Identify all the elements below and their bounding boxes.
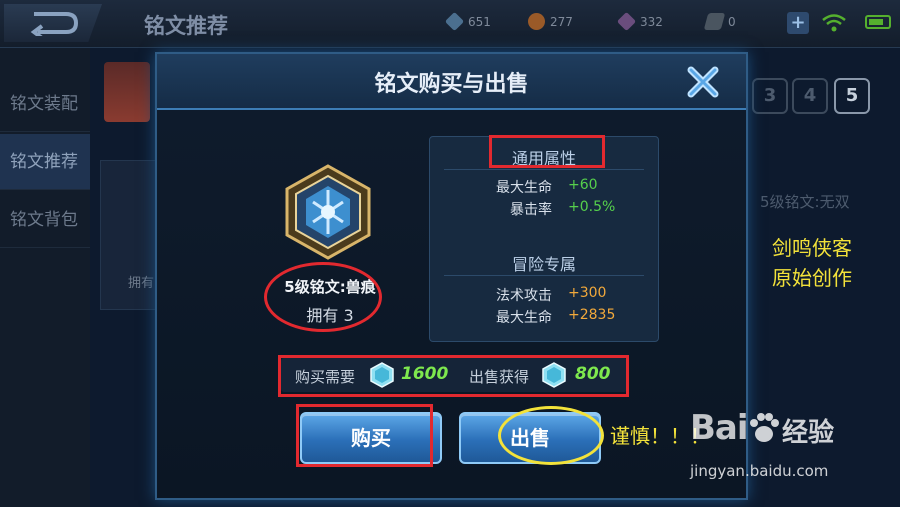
- level-tab-5[interactable]: 5: [834, 78, 870, 114]
- sidebar-item-rune-equip[interactable]: 铭文装配: [0, 76, 90, 132]
- highlight-sell-button: [498, 406, 604, 465]
- divider: [444, 275, 644, 276]
- attr-value: +60: [568, 177, 598, 193]
- close-icon[interactable]: [685, 64, 721, 100]
- page-title: 铭文推荐: [144, 14, 228, 38]
- coin-icon: [528, 13, 545, 30]
- coin-counter: 277: [528, 13, 573, 30]
- wifi-icon: [822, 14, 846, 32]
- attr-label: 最大生命: [496, 310, 552, 326]
- sidebar-item-rune-recommend[interactable]: 铭文推荐: [0, 134, 90, 190]
- attr-value: +2835: [568, 307, 616, 323]
- watermark-logo: Bai: [690, 408, 749, 448]
- attr-label: 法术攻击: [496, 288, 552, 304]
- baidu-watermark: Bai 经验 jingyan.baidu.com: [690, 408, 890, 503]
- voucher-counter: 0: [703, 13, 736, 30]
- diamond-icon: [616, 11, 637, 32]
- dialog-header: 铭文购买与出售: [157, 54, 746, 110]
- gem-icon: [444, 11, 465, 32]
- highlight-rune-name: [264, 262, 382, 332]
- level-tab-4[interactable]: 4: [792, 78, 828, 114]
- gem-count: 651: [468, 14, 491, 29]
- back-arrow-icon: [30, 12, 79, 36]
- top-bar: 铭文推荐 651 277 332 0 +: [0, 0, 900, 48]
- watermark-logo-cn: 经验: [782, 418, 835, 448]
- recharge-button[interactable]: +: [787, 12, 809, 34]
- rune-emblem-icon: [285, 164, 371, 260]
- rune-list-item-label: 5级铭文:无双: [760, 193, 850, 211]
- hero-portrait[interactable]: [104, 62, 150, 122]
- back-button[interactable]: [4, 4, 102, 42]
- rune-card-owned-label: 拥有: [128, 276, 155, 291]
- attr-label: 最大生命: [496, 180, 552, 196]
- gem-counter: 651: [444, 11, 491, 32]
- highlight-buy-button: [296, 404, 433, 467]
- attr-value: +300: [568, 285, 607, 301]
- author-annotation-line1: 剑鸣侠客: [772, 236, 852, 260]
- diamond-counter: 332: [616, 11, 663, 32]
- adventure-attr-header: 冒险专属: [511, 255, 576, 274]
- dialog-title: 铭文购买与出售: [374, 72, 529, 97]
- coin-count: 277: [550, 14, 573, 29]
- sidebar: 铭文装配 铭文推荐 铭文背包: [0, 48, 90, 507]
- highlight-price-bar: [278, 355, 629, 397]
- attr-label: 暴击率: [510, 202, 552, 218]
- highlight-general-attr: [489, 135, 605, 168]
- watermark-url: jingyan.baidu.com: [690, 462, 829, 480]
- level-tab-3[interactable]: 3: [752, 78, 788, 114]
- attr-value: +0.5%: [568, 199, 616, 215]
- paw-icon: [750, 413, 779, 442]
- author-annotation-line2: 原始创作: [772, 266, 852, 290]
- divider: [444, 169, 644, 170]
- voucher-count: 0: [728, 14, 736, 29]
- sidebar-item-rune-bag[interactable]: 铭文背包: [0, 192, 90, 248]
- diamond-count: 332: [640, 14, 663, 29]
- voucher-icon: [703, 13, 726, 30]
- battery-icon: [865, 15, 891, 29]
